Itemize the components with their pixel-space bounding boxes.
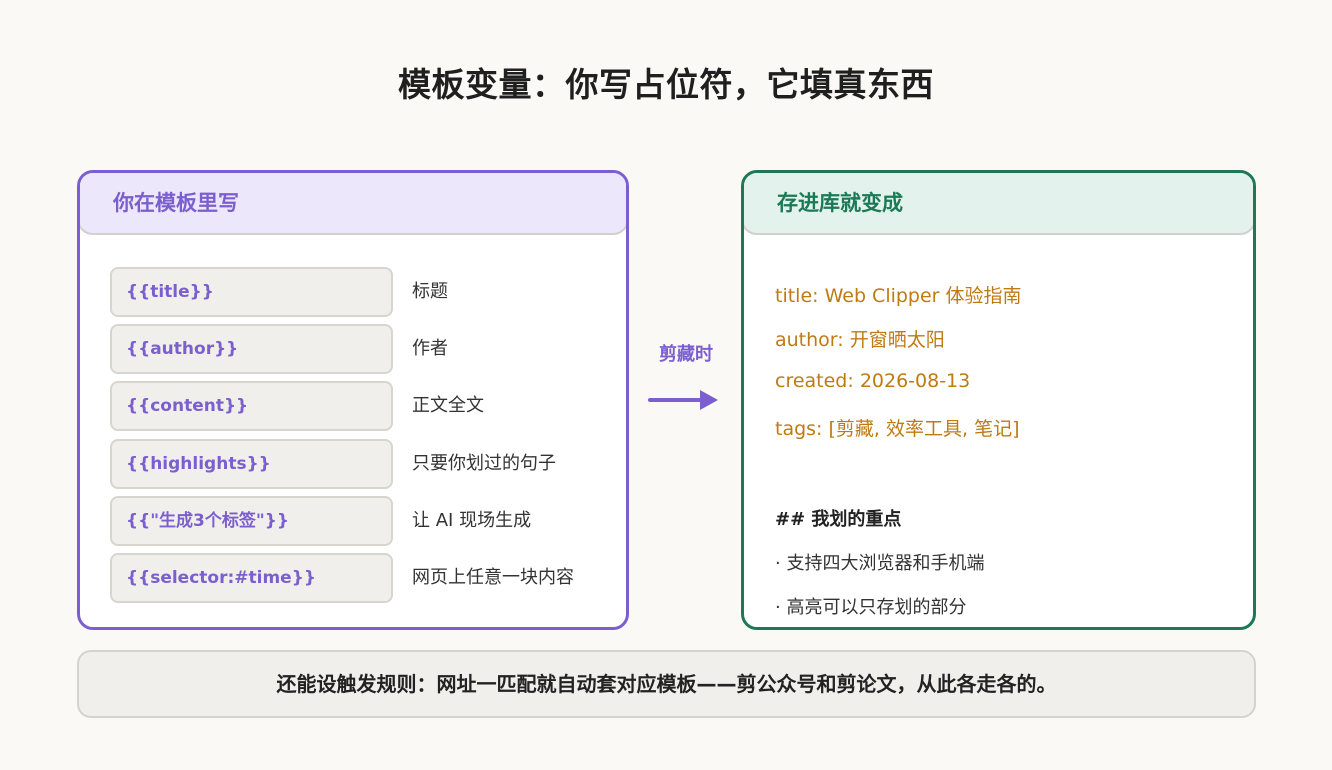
variable-desc: 让 AI 现场生成 <box>412 510 532 531</box>
variable-code: {{content}} <box>110 381 393 431</box>
variable-desc: 正文全文 <box>412 395 484 416</box>
meta-line: author: 开窗晒太阳 <box>775 329 945 351</box>
variable-desc: 网页上任意一块内容 <box>412 567 574 588</box>
variable-row: {{title}} 标题 <box>110 267 590 319</box>
variable-code: {{highlights}} <box>110 439 393 489</box>
result-panel-header: 存进库就变成 <box>744 173 1253 235</box>
page-title: 模板变量：你写占位符，它填真东西 <box>398 65 934 104</box>
bullet-item: · 高亮可以只存划的部分 <box>775 597 967 618</box>
variable-row: {{content}} 正文全文 <box>110 381 590 433</box>
meta-line: created: 2026-08-13 <box>775 370 971 392</box>
meta-line: tags: [剪藏, 效率工具, 笔记] <box>775 418 1020 440</box>
variable-desc: 标题 <box>412 281 448 302</box>
right-arrow-icon <box>648 390 718 410</box>
variable-code: {{selector:#time}} <box>110 553 393 603</box>
notes-heading: ## 我划的重点 <box>775 509 902 530</box>
variable-row: {{"生成3个标签"}} 让 AI 现场生成 <box>110 496 590 548</box>
result-panel: 存进库就变成 title: Web Clipper 体验指南 author: 开… <box>741 170 1256 630</box>
footer-note: 还能设触发规则：网址一匹配就自动套对应模板——剪公众号和剪论文，从此各走各的。 <box>77 650 1256 718</box>
variable-code: {{author}} <box>110 324 393 374</box>
variable-code: {{"生成3个标签"}} <box>110 496 393 546</box>
variable-desc: 作者 <box>412 338 448 359</box>
variable-row: {{highlights}} 只要你划过的句子 <box>110 439 590 491</box>
variable-row: {{selector:#time}} 网页上任意一块内容 <box>110 553 590 605</box>
template-panel-header: 你在模板里写 <box>80 173 626 235</box>
meta-line: title: Web Clipper 体验指南 <box>775 285 1022 307</box>
bullet-item: · 支持四大浏览器和手机端 <box>775 553 985 574</box>
clip-arrow: 剪藏时 <box>646 340 726 420</box>
variable-desc: 只要你划过的句子 <box>412 453 556 474</box>
arrow-label: 剪藏时 <box>659 344 713 365</box>
template-panel: 你在模板里写 {{title}} 标题 {{author}} 作者 {{cont… <box>77 170 629 630</box>
variable-row: {{author}} 作者 <box>110 324 590 376</box>
variable-code: {{title}} <box>110 267 393 317</box>
